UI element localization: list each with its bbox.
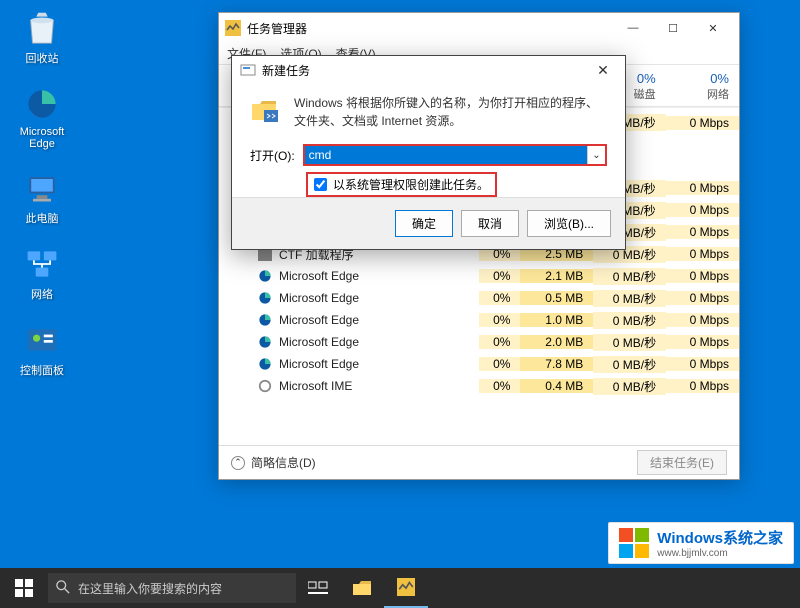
chevron-down-icon[interactable]: ⌄	[587, 146, 605, 164]
this-pc-icon	[22, 168, 62, 208]
taskmgr-icon	[225, 20, 241, 36]
table-row[interactable]: Microsoft IME0%0.4 MB0 MB/秒0 Mbps	[219, 375, 739, 397]
windows-logo-icon	[619, 528, 649, 558]
process-icon	[257, 356, 273, 372]
process-name: Microsoft Edge	[279, 269, 359, 283]
desktop-icon-recycle-bin[interactable]: 回收站	[8, 8, 76, 66]
new-task-dialog: 新建任务 ✕ Windows 将根据你所键入的名称，为你打开相应的程序、文件夹、…	[231, 55, 626, 250]
dialog-description: Windows 将根据你所键入的名称，为你打开相应的程序、文件夹、文档或 Int…	[250, 94, 607, 130]
browse-button[interactable]: 浏览(B)...	[527, 210, 611, 237]
desktop-icon-label: 此电脑	[26, 210, 59, 226]
desktop-icon-label: 网络	[31, 286, 53, 302]
edge-icon	[22, 84, 62, 124]
admin-label: 以系统管理权限创建此任务。	[333, 176, 489, 193]
ok-button[interactable]: 确定	[395, 210, 453, 237]
process-name: Microsoft Edge	[279, 335, 359, 349]
maximize-button[interactable]: ☐	[653, 14, 693, 42]
admin-checkbox-row[interactable]: 以系统管理权限创建此任务。	[306, 172, 497, 197]
titlebar[interactable]: 任务管理器 — ☐ ✕	[219, 13, 739, 43]
dialog-body: Windows 将根据你所键入的名称，为你打开相应的程序、文件夹、文档或 Int…	[232, 84, 625, 197]
process-name: Microsoft IME	[279, 379, 352, 393]
process-name: Microsoft Edge	[279, 313, 359, 327]
desktop-icon-label: 回收站	[26, 50, 59, 66]
taskbar: 在这里输入你要搜索的内容	[0, 568, 800, 608]
col-network[interactable]: 0% 网络	[666, 65, 739, 106]
process-icon	[257, 312, 273, 328]
process-name: Microsoft Edge	[279, 357, 359, 371]
dialog-buttons: 确定 取消 浏览(B)...	[232, 197, 625, 249]
process-icon	[257, 268, 273, 284]
watermark-title: Windows系统之家	[657, 530, 783, 547]
window-title: 任务管理器	[247, 20, 613, 37]
run-icon	[240, 62, 256, 78]
fewer-details-button[interactable]: ⌃ 简略信息(D)	[231, 454, 316, 471]
chevron-up-icon: ⌃	[231, 456, 245, 470]
admin-checkbox[interactable]	[314, 178, 327, 191]
cancel-button[interactable]: 取消	[461, 210, 519, 237]
table-row[interactable]: Microsoft Edge0%2.1 MB0 MB/秒0 Mbps	[219, 265, 739, 287]
table-row[interactable]: Microsoft Edge0%2.0 MB0 MB/秒0 Mbps	[219, 331, 739, 353]
desktop-icon-edge[interactable]: Microsoft Edge	[8, 84, 76, 150]
process-icon	[257, 378, 273, 394]
table-row[interactable]: Microsoft Edge0%0.5 MB0 MB/秒0 Mbps	[219, 287, 739, 309]
start-button[interactable]	[0, 568, 48, 608]
window-buttons: — ☐ ✕	[613, 14, 733, 42]
search-box[interactable]: 在这里输入你要搜索的内容	[48, 573, 296, 603]
task-view-button[interactable]	[296, 568, 340, 608]
windows-icon	[15, 579, 33, 597]
open-label: 打开(O):	[250, 147, 295, 164]
desktop-icon-label: Microsoft Edge	[8, 126, 76, 150]
search-icon	[56, 580, 70, 597]
open-combobox[interactable]: ⌄	[303, 144, 607, 166]
desktop-icon-label: 控制面板	[20, 362, 64, 378]
process-name: Microsoft Edge	[279, 291, 359, 305]
table-row[interactable]: Microsoft Edge0%1.0 MB0 MB/秒0 Mbps	[219, 309, 739, 331]
end-task-button[interactable]: 结束任务(E)	[637, 450, 727, 475]
table-row[interactable]: Microsoft Edge0%7.8 MB0 MB/秒0 Mbps	[219, 353, 739, 375]
taskmgr-footer: ⌃ 简略信息(D) 结束任务(E)	[219, 445, 739, 479]
taskbar-apps	[296, 568, 428, 608]
close-button[interactable]: ✕	[693, 14, 733, 42]
process-icon	[257, 334, 273, 350]
desktop: 回收站 Microsoft Edge 此电脑 网络 控制面板	[0, 0, 800, 608]
taskmgr-button[interactable]	[384, 568, 428, 608]
minimize-button[interactable]: —	[613, 14, 653, 42]
network-icon	[22, 244, 62, 284]
control-panel-icon	[22, 320, 62, 360]
process-icon	[257, 290, 273, 306]
watermark: Windows系统之家 www.bjjmlv.com	[608, 522, 794, 564]
open-row: 打开(O): ⌄	[250, 144, 607, 166]
desktop-icon-control-panel[interactable]: 控制面板	[8, 320, 76, 378]
dialog-titlebar[interactable]: 新建任务 ✕	[232, 56, 625, 84]
explorer-button[interactable]	[340, 568, 384, 608]
desktop-icons: 回收站 Microsoft Edge 此电脑 网络 控制面板	[8, 8, 76, 378]
desktop-icon-this-pc[interactable]: 此电脑	[8, 168, 76, 226]
desktop-icon-network[interactable]: 网络	[8, 244, 76, 302]
watermark-url: www.bjjmlv.com	[657, 548, 783, 559]
folder-run-icon	[250, 94, 282, 126]
search-placeholder: 在这里输入你要搜索的内容	[78, 580, 222, 597]
recycle-bin-icon	[22, 8, 62, 48]
dialog-title: 新建任务	[262, 62, 589, 79]
close-button[interactable]: ✕	[589, 62, 617, 79]
open-input[interactable]	[305, 146, 587, 164]
